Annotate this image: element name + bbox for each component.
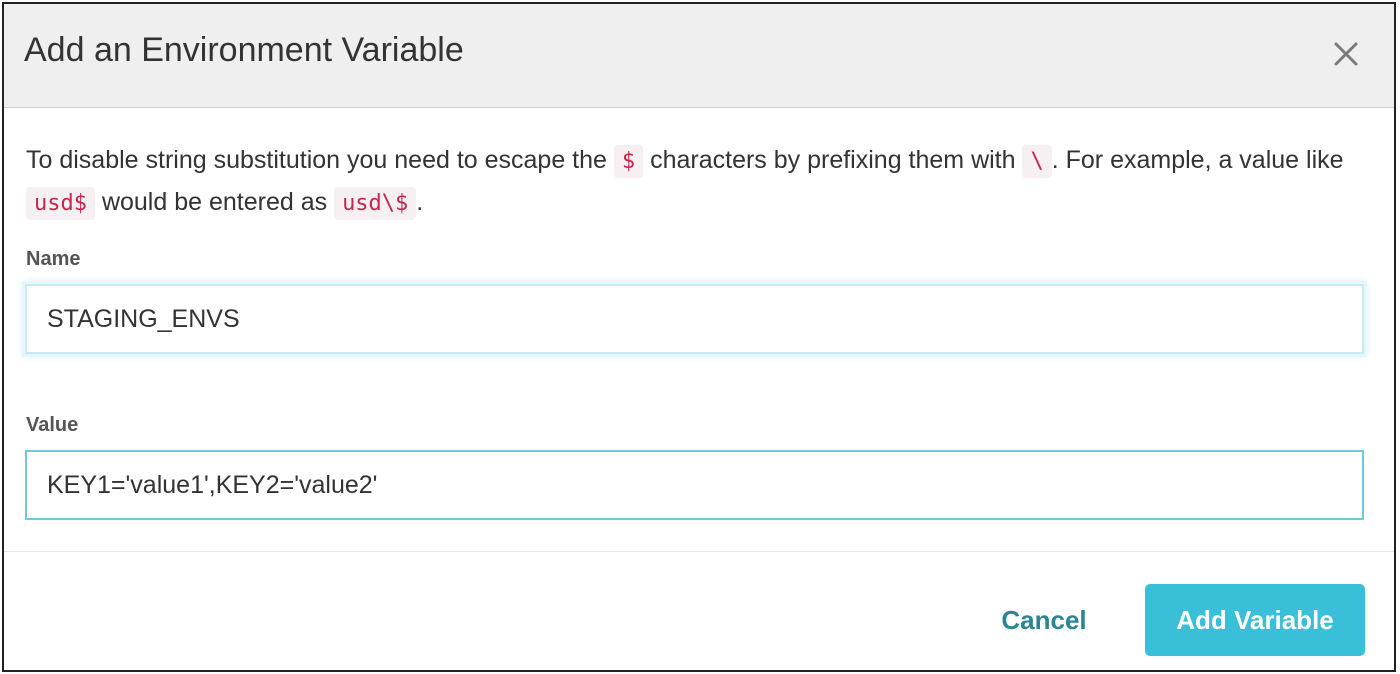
modal-title: Add an Environment Variable [24, 31, 464, 69]
value-input[interactable] [25, 450, 1364, 520]
value-label: Value [26, 414, 79, 436]
name-input[interactable] [25, 284, 1364, 354]
description-text: . For example, a value like [1051, 146, 1344, 174]
name-label: Name [26, 248, 81, 270]
description-text: characters by prefixing them with [650, 146, 1016, 174]
footer-divider [4, 551, 1394, 552]
escape-instructions: To disable string substitution you need … [26, 140, 1366, 224]
close-icon [1334, 42, 1358, 66]
description-text: . [416, 188, 424, 216]
modal-header: Add an Environment Variable [4, 4, 1394, 108]
description-text: To disable string substitution you need … [26, 146, 607, 174]
description-text: would be entered as [101, 188, 328, 216]
code-backslash: \ [1022, 145, 1052, 178]
code-dollar: $ [613, 145, 644, 178]
close-button[interactable] [1326, 34, 1366, 74]
environment-variable-modal: Add an Environment Variable To disable s… [2, 2, 1396, 672]
add-variable-button[interactable]: Add Variable [1145, 584, 1365, 656]
code-example-value: usd$ [26, 187, 95, 220]
code-escaped-value: usd\$ [334, 187, 417, 220]
cancel-button[interactable]: Cancel [984, 584, 1104, 656]
